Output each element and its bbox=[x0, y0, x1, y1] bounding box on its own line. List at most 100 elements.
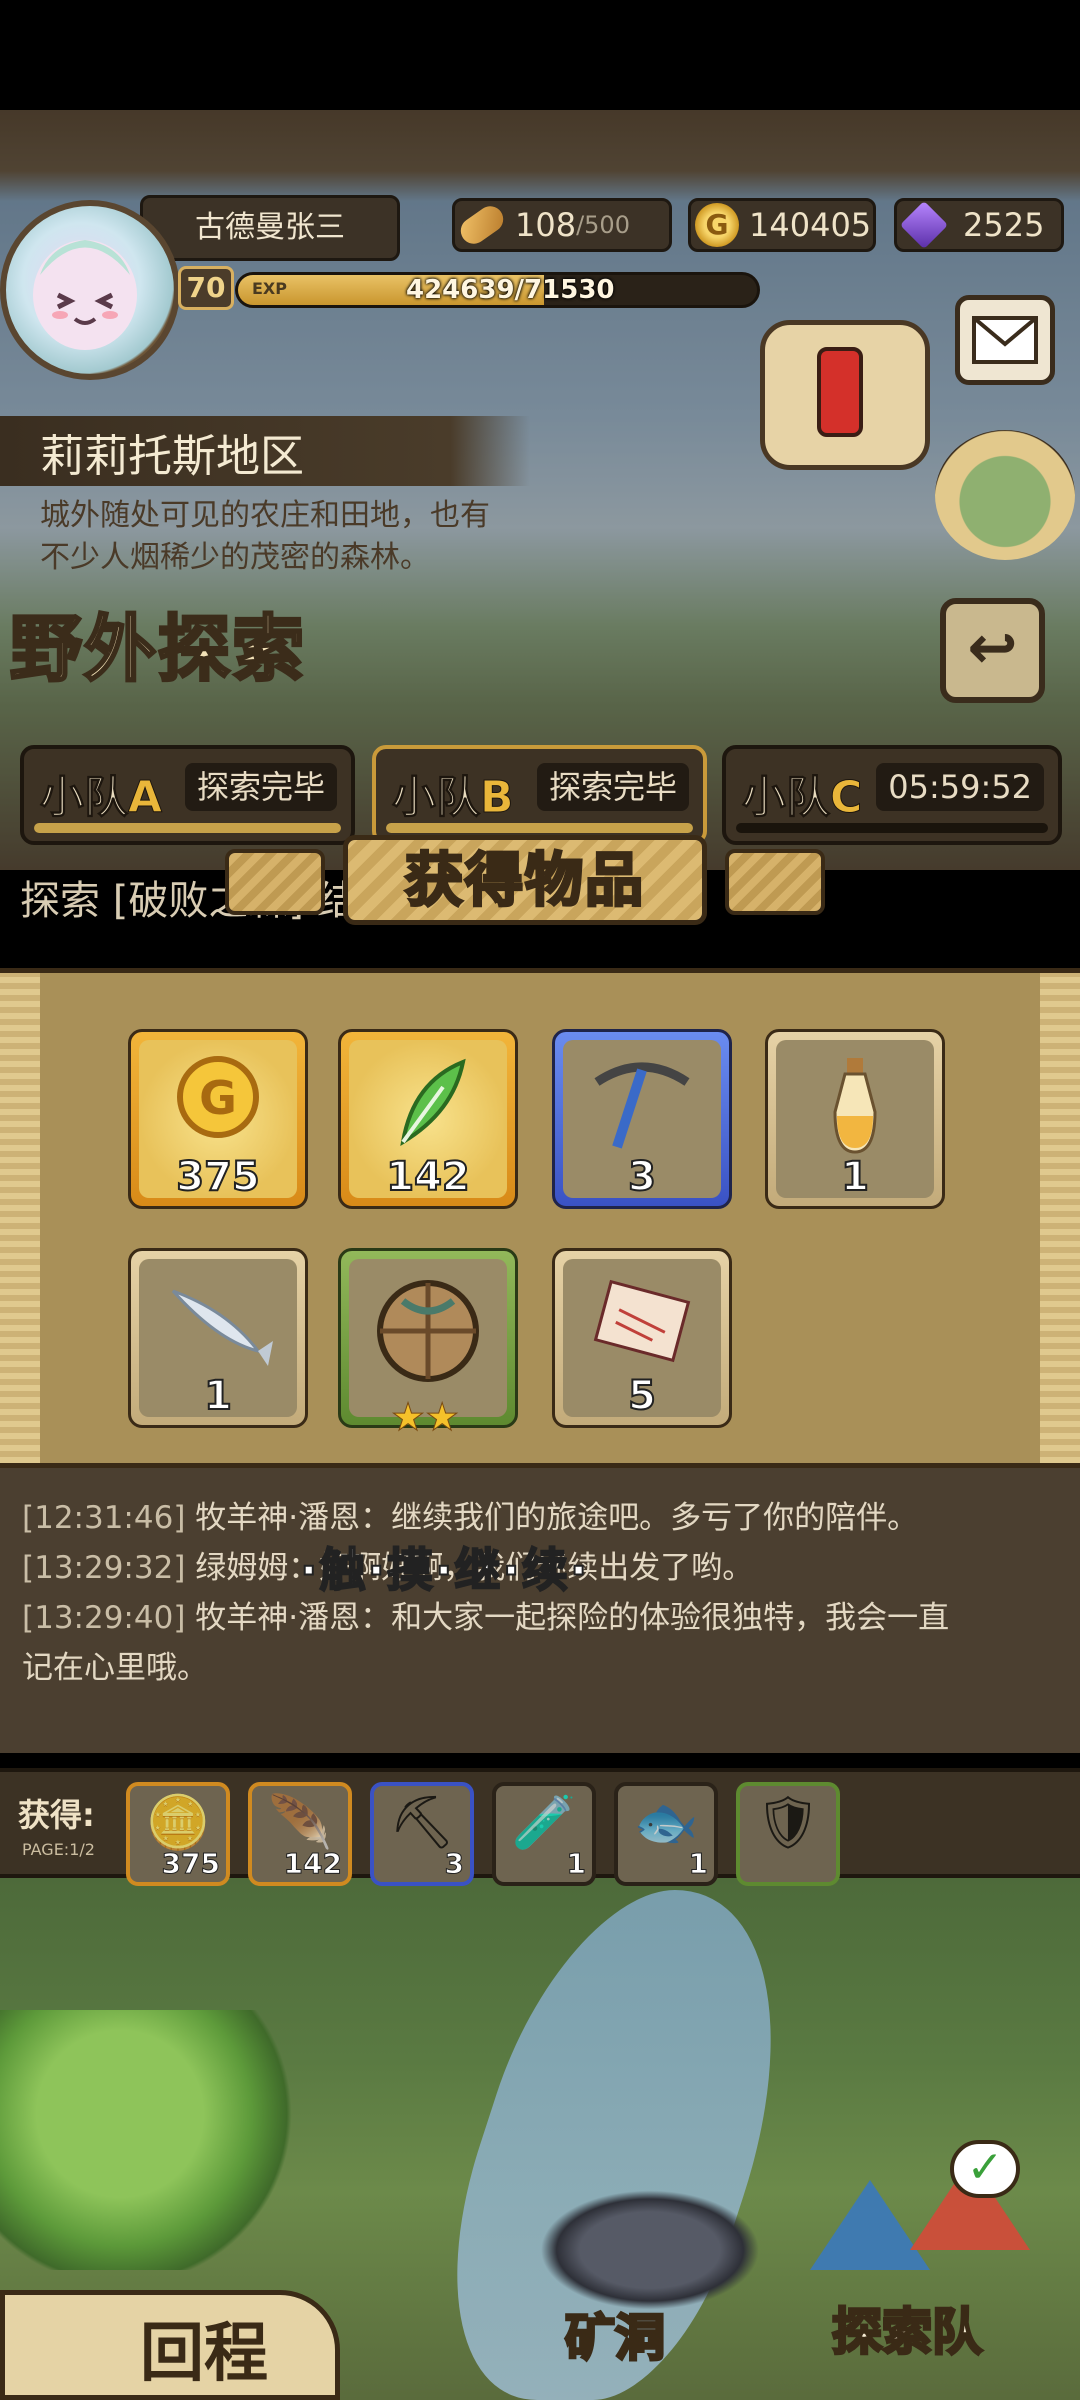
stamina-counter[interactable]: 108 /500 bbox=[452, 198, 672, 252]
quest-scroll-button[interactable] bbox=[760, 320, 930, 470]
chat-line: 记在心里哦。 bbox=[22, 1646, 208, 1690]
loot-count: 375 bbox=[161, 1847, 220, 1881]
status-bar bbox=[0, 0, 1080, 110]
squad-status: 探索完毕 bbox=[536, 763, 689, 811]
loot-label: 获得: bbox=[18, 1796, 95, 1834]
squad-progress-fill bbox=[386, 823, 693, 833]
stamina-max: /500 bbox=[576, 211, 630, 239]
dialog-title-banner: 获得物品 bbox=[225, 835, 825, 930]
gem-icon bbox=[899, 200, 949, 250]
reward-item-pickaxe[interactable]: 3 bbox=[552, 1029, 732, 1209]
touch-to-continue-hint[interactable]: ·触·摸·继·续· bbox=[299, 1534, 589, 1600]
squad-letter: A bbox=[127, 772, 163, 824]
tree-illustration bbox=[0, 2010, 300, 2270]
squad-tab-c[interactable]: 小队C 05:59:52 bbox=[722, 745, 1062, 845]
mode-title: 野外探索 bbox=[8, 606, 307, 693]
loot-count: 1 bbox=[566, 1847, 587, 1881]
exp-value: 424639/71530 bbox=[406, 275, 615, 305]
exp-label: EXP bbox=[252, 279, 287, 298]
squad-letter: C bbox=[829, 772, 863, 824]
checkmark-icon: ✓ bbox=[950, 2140, 1020, 2198]
loot-item-pickaxe[interactable]: ⛏ 3 bbox=[370, 1782, 474, 1886]
chat-timestamp: [12:31:46] bbox=[22, 1500, 186, 1536]
loot-count: 1 bbox=[688, 1847, 709, 1881]
explore-team-button-label[interactable]: 探索队 bbox=[831, 2292, 984, 2364]
reward-item-scroll[interactable]: 5 bbox=[552, 1248, 732, 1428]
panel-edge-left bbox=[0, 973, 40, 1463]
reward-item-fish[interactable]: 1 bbox=[128, 1248, 308, 1428]
region-name: 莉莉托斯地区 bbox=[40, 431, 304, 482]
item-count: 3 bbox=[627, 1153, 657, 1201]
green-feather-icon: 🪶 bbox=[267, 1793, 333, 1853]
chat-log[interactable]: [12:31:46] 牧羊神·潘恩：继续我们的旅途吧。多亏了你的陪伴。 [13:… bbox=[0, 1468, 1080, 1753]
reward-item-feather[interactable]: 142 bbox=[338, 1029, 518, 1209]
chat-text: 牧羊神·潘恩：继续我们的旅途吧。多亏了你的陪伴。 bbox=[185, 1500, 919, 1536]
gold-coin-icon: G bbox=[695, 203, 739, 247]
loot-item-fish[interactable]: 🐟 1 bbox=[614, 1782, 718, 1886]
chat-text: 牧羊神·潘恩：和大家一起探险的体验很独特，我会一直 bbox=[185, 1600, 950, 1636]
item-count: 142 bbox=[385, 1153, 471, 1201]
chat-timestamp: [13:29:32] bbox=[22, 1550, 186, 1586]
loot-page-indicator[interactable]: PAGE:1/2 bbox=[22, 1840, 95, 1859]
chat-line: [13:29:40] 牧羊神·潘恩：和大家一起探险的体验很独特，我会一直 bbox=[22, 1596, 949, 1640]
gold-counter[interactable]: G 140405 bbox=[688, 198, 876, 252]
squad-tab-a[interactable]: 小队A 探索完毕 bbox=[20, 745, 355, 845]
mail-button[interactable] bbox=[955, 295, 1055, 385]
mine-button-label[interactable]: 矿洞 bbox=[564, 2298, 667, 2370]
squad-letter: B bbox=[480, 772, 515, 824]
item-count: 1 bbox=[203, 1372, 233, 1420]
item-count: 1 bbox=[840, 1153, 870, 1201]
loot-item-feather[interactable]: 🪶 142 bbox=[248, 1782, 352, 1886]
banner-tab-right bbox=[725, 849, 825, 915]
banner-center: 获得物品 bbox=[343, 835, 707, 925]
return-arrow-icon: ↩ bbox=[967, 613, 1018, 683]
envelope-icon bbox=[972, 316, 1038, 364]
player-level-badge: 70 bbox=[178, 266, 234, 310]
reward-items-panel[interactable]: G 375 142 3 1 1 ★★ 5 bbox=[0, 968, 1080, 1468]
squad-progress-fill bbox=[34, 823, 341, 833]
backpack-button[interactable] bbox=[935, 430, 1075, 560]
panel-edge-right bbox=[1040, 973, 1080, 1463]
reward-item-potion[interactable]: 1 bbox=[765, 1029, 945, 1209]
chat-text: 记在心里哦。 bbox=[22, 1650, 208, 1686]
pickaxe-icon: ⛏ bbox=[388, 1793, 455, 1853]
chat-timestamp: [13:29:40] bbox=[22, 1600, 186, 1636]
loot-count: 142 bbox=[283, 1847, 342, 1881]
reward-item-shield[interactable]: ★★ bbox=[338, 1248, 518, 1440]
loot-summary-bar[interactable]: 获得: PAGE:1/2 🪙 375 🪶 142 ⛏ 3 🧪 1 🐟 1 🛡 bbox=[0, 1768, 1080, 1886]
gold-coin-icon: G bbox=[131, 1052, 305, 1167]
banner-tab-left bbox=[225, 849, 325, 915]
loot-count: 3 bbox=[444, 1847, 465, 1881]
reward-item-gold-coin[interactable]: G 375 bbox=[128, 1029, 308, 1209]
squad-progress-bar bbox=[736, 823, 1048, 833]
explore-team-camp[interactable] bbox=[790, 2120, 1050, 2290]
squad-timer: 05:59:52 bbox=[876, 763, 1044, 811]
squad-tab-b[interactable]: 小队B 探索完毕 bbox=[372, 745, 707, 845]
exclamation-icon bbox=[817, 347, 863, 437]
gem-value: 2525 bbox=[963, 206, 1045, 244]
squad-progress-bar bbox=[34, 823, 341, 833]
return-label: 回程 bbox=[140, 2317, 268, 2391]
svg-text:G: G bbox=[199, 1071, 237, 1125]
back-button[interactable]: ↩ bbox=[940, 598, 1045, 703]
loot-item-gold[interactable]: 🪙 375 bbox=[126, 1782, 230, 1886]
dialog-title: 获得物品 bbox=[403, 845, 645, 916]
squad-prefix: 小队 bbox=[40, 772, 129, 824]
player-name: 古德曼张三 bbox=[140, 195, 400, 261]
item-count: 5 bbox=[627, 1372, 657, 1420]
loot-item-potion[interactable]: 🧪 1 bbox=[492, 1782, 596, 1886]
rarity-stars-icon: ★★ bbox=[390, 1395, 460, 1440]
region-description-line: 城外随处可见的农庄和田地，也有 bbox=[40, 498, 490, 533]
gold-value: 140405 bbox=[749, 206, 872, 244]
squad-status: 探索完毕 bbox=[184, 763, 337, 811]
gem-counter[interactable]: 2525 bbox=[894, 198, 1064, 252]
exp-bar: EXP 424639/71530 bbox=[235, 272, 760, 308]
loot-item-shield[interactable]: 🛡 bbox=[736, 1782, 840, 1886]
stamina-current: 108 bbox=[515, 206, 577, 244]
avatar-portrait-icon bbox=[33, 240, 137, 350]
region-description: 城外随处可见的农庄和田地，也有 不少人烟稀少的茂密的森林。 bbox=[40, 495, 560, 579]
bread-icon bbox=[455, 201, 509, 249]
region-description-line: 不少人烟稀少的茂密的森林。 bbox=[40, 540, 430, 575]
mine-illustration[interactable] bbox=[540, 2190, 760, 2310]
squad-prefix: 小队 bbox=[392, 772, 481, 824]
